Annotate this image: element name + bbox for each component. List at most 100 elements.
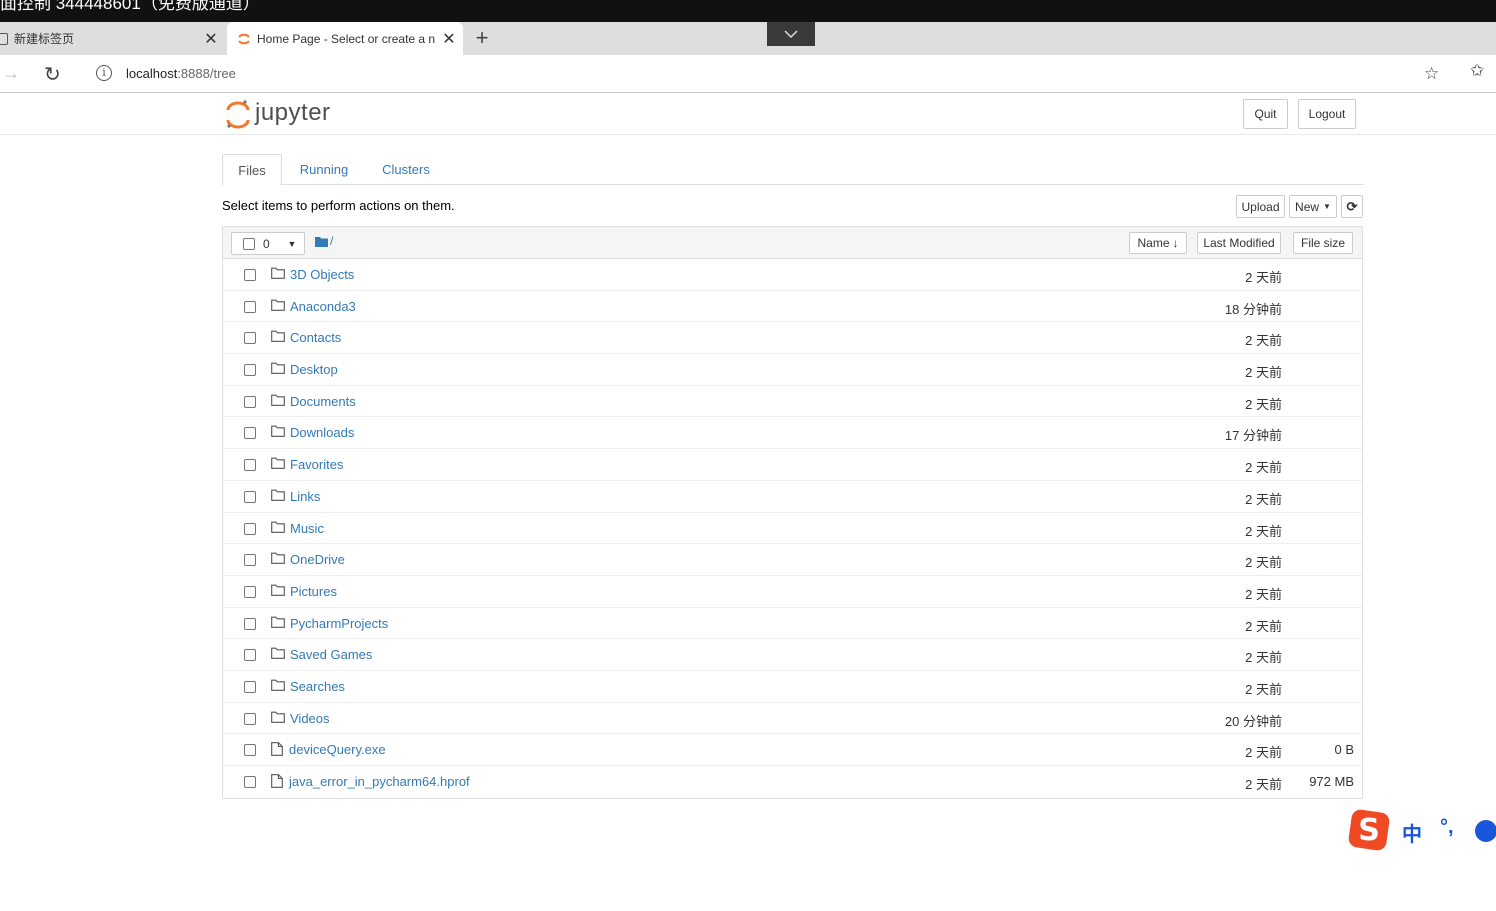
refresh-icon: ⟳ — [1346, 198, 1358, 214]
row-checkbox[interactable] — [244, 269, 256, 281]
sort-down-icon: ↓ — [1172, 236, 1179, 250]
folder-icon — [271, 552, 285, 567]
file-row[interactable]: Favorites 2 天前 — [223, 449, 1362, 481]
sort-by-size-button[interactable]: File size — [1293, 232, 1353, 254]
item-link[interactable]: Anaconda3 — [290, 299, 356, 314]
row-checkbox[interactable] — [244, 585, 256, 598]
item-link[interactable]: Links — [290, 489, 320, 504]
row-checkbox[interactable] — [244, 332, 256, 345]
file-row[interactable]: OneDrive 2 天前 — [223, 544, 1362, 576]
quit-button[interactable]: Quit — [1243, 99, 1288, 129]
item-link[interactable]: Searches — [290, 679, 345, 694]
logout-button[interactable]: Logout — [1298, 99, 1356, 129]
row-checkbox[interactable] — [244, 649, 256, 662]
new-button-label: New — [1295, 199, 1320, 214]
row-checkbox[interactable] — [244, 554, 256, 567]
file-row[interactable]: PycharmProjects 2 天前 — [223, 608, 1362, 640]
item-link[interactable]: Videos — [290, 711, 330, 726]
file-row[interactable]: Documents 2 天前 — [223, 386, 1362, 418]
file-row[interactable]: Anaconda3 18 分钟前 — [223, 291, 1362, 323]
item-link[interactable]: OneDrive — [290, 552, 345, 567]
file-row[interactable]: Videos 20 分钟前 — [223, 703, 1362, 735]
item-link[interactable]: 3D Objects — [290, 267, 354, 282]
select-dropdown-button[interactable]: ▼ — [280, 232, 305, 255]
address-url[interactable]: localhost:8888/tree — [126, 66, 236, 81]
close-icon[interactable]: ✕ — [201, 29, 221, 49]
jupyter-logo-text[interactable]: jupyter — [255, 99, 331, 127]
refresh-button[interactable]: ⟳ — [1341, 195, 1363, 218]
row-checkbox[interactable] — [244, 744, 256, 757]
favorites-icon[interactable]: ✩ — [1470, 61, 1484, 81]
reload-icon[interactable]: ↻ — [44, 62, 61, 87]
tab-search-button[interactable] — [767, 22, 815, 46]
folder-icon — [271, 425, 285, 440]
row-checkbox[interactable] — [244, 617, 256, 630]
file-row[interactable]: Desktop 2 天前 — [223, 354, 1362, 386]
tab-running[interactable]: Running — [290, 154, 358, 185]
row-checkbox[interactable] — [244, 776, 256, 788]
new-tab-button[interactable]: + — [470, 26, 494, 50]
browser-tab-jupyter[interactable]: Home Page - Select or create a n ✕ — [227, 22, 463, 55]
file-row[interactable]: Pictures 2 天前 — [223, 576, 1362, 608]
item-link[interactable]: java_error_in_pycharm64.hprof — [289, 774, 470, 789]
row-checkbox[interactable] — [244, 300, 256, 313]
address-bar[interactable]: i localhost:8888/tree ☆ — [84, 59, 1454, 89]
item-link[interactable]: Documents — [290, 394, 356, 409]
upload-button[interactable]: Upload — [1236, 195, 1285, 218]
file-icon — [271, 742, 283, 759]
item-modified: 2 天前 — [1245, 491, 1282, 507]
sogou-logo-icon[interactable]: S — [1347, 808, 1391, 852]
file-row[interactable]: java_error_in_pycharm64.hprof 2 天前 972 MB — [223, 766, 1362, 798]
row-checkbox[interactable] — [244, 364, 256, 377]
item-link[interactable]: Saved Games — [290, 647, 372, 662]
tab-files[interactable]: Files — [222, 154, 282, 186]
file-row[interactable]: Searches 2 天前 — [223, 671, 1362, 703]
sort-by-name-button[interactable]: Name ↓ — [1129, 232, 1187, 254]
row-checkbox[interactable] — [244, 680, 256, 693]
browser-tab-title: Home Page - Select or create a n — [257, 31, 436, 46]
close-icon[interactable]: ✕ — [439, 29, 459, 49]
folder-icon — [271, 647, 285, 662]
item-link[interactable]: Favorites — [290, 457, 343, 472]
row-checkbox[interactable] — [244, 395, 256, 408]
file-row[interactable]: Contacts 2 天前 — [223, 322, 1362, 355]
select-info-text: Select items to perform actions on them. — [222, 198, 455, 213]
select-all-checkbox[interactable] — [243, 238, 255, 250]
item-link[interactable]: Music — [290, 521, 324, 536]
row-checkbox[interactable] — [244, 490, 256, 503]
folder-icon[interactable] — [315, 236, 328, 247]
breadcrumb-root[interactable]: / — [330, 234, 333, 248]
select-all-checkbox-group[interactable]: 0 — [231, 232, 281, 255]
ime-toolbar[interactable]: S 中 °, — [1345, 806, 1496, 854]
item-modified: 2 天前 — [1245, 586, 1282, 602]
folder-icon — [271, 616, 285, 631]
bookmark-star-icon[interactable]: ☆ — [1424, 64, 1439, 84]
file-row[interactable]: Saved Games 2 天前 — [223, 639, 1362, 671]
row-checkbox[interactable] — [244, 522, 256, 535]
file-row[interactable]: Music 2 天前 — [223, 513, 1362, 545]
browser-tab-newtab[interactable]: 新建标签页 ✕ — [0, 22, 225, 55]
file-row[interactable]: Downloads 17 分钟前 — [223, 417, 1362, 450]
item-link[interactable]: deviceQuery.exe — [289, 742, 386, 757]
ime-mode[interactable]: 中 — [1402, 818, 1422, 847]
folder-icon — [271, 679, 285, 694]
back-arrow-icon[interactable]: → — [2, 63, 20, 84]
item-link[interactable]: Desktop — [290, 362, 338, 377]
file-row[interactable]: 3D Objects 2 天前 — [223, 259, 1362, 291]
jupyter-header: jupyter Quit Logout — [0, 93, 1496, 135]
info-icon[interactable]: i — [96, 65, 112, 81]
emoji-icon[interactable] — [1475, 820, 1496, 842]
ime-punctuation[interactable]: °, — [1440, 816, 1454, 839]
item-link[interactable]: Pictures — [290, 584, 337, 599]
row-checkbox[interactable] — [244, 712, 256, 725]
new-button[interactable]: New ▼ — [1289, 195, 1337, 218]
file-row[interactable]: Links 2 天前 — [223, 481, 1362, 513]
row-checkbox[interactable] — [244, 427, 256, 440]
sort-by-modified-button[interactable]: Last Modified — [1197, 232, 1281, 254]
file-row[interactable]: deviceQuery.exe 2 天前 0 B — [223, 734, 1362, 766]
row-checkbox[interactable] — [244, 459, 256, 472]
tab-clusters[interactable]: Clusters — [372, 154, 440, 185]
item-link[interactable]: Downloads — [290, 425, 354, 440]
item-link[interactable]: PycharmProjects — [290, 616, 388, 631]
item-link[interactable]: Contacts — [290, 330, 341, 345]
